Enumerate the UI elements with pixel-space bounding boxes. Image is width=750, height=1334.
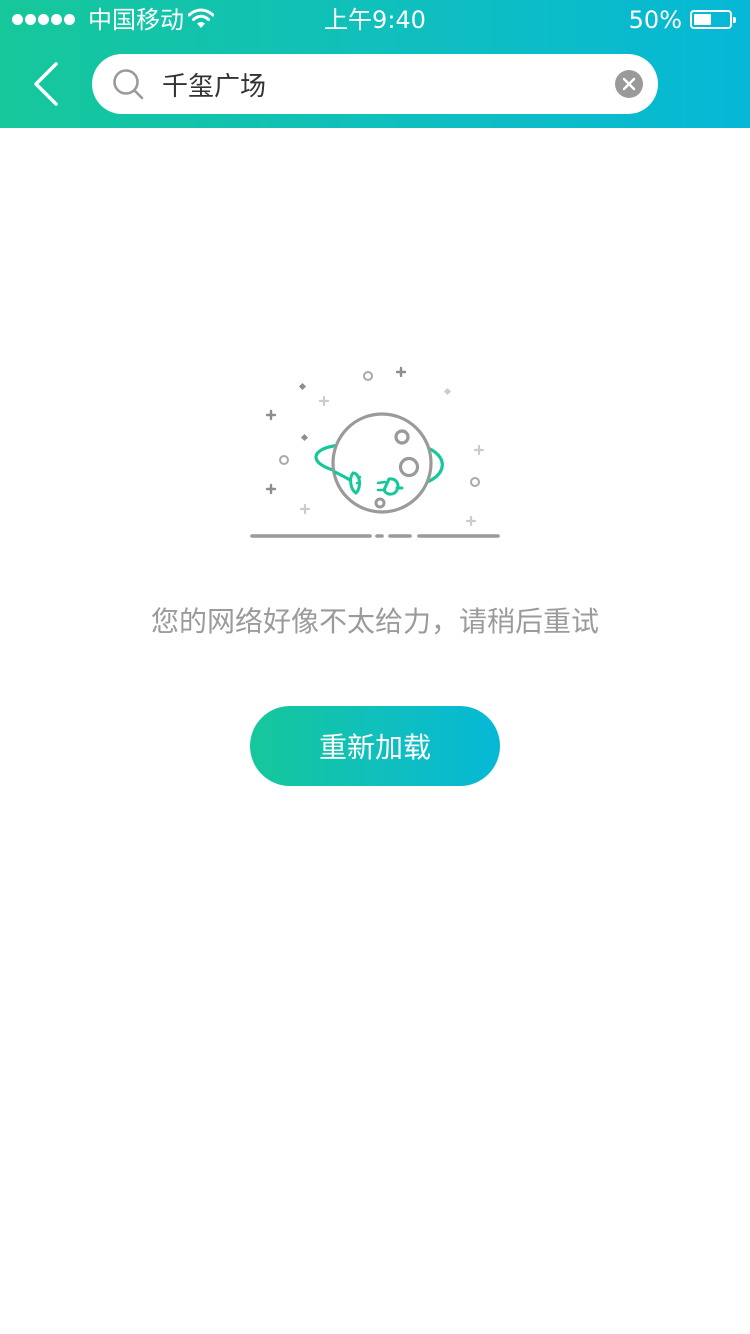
search-input[interactable] [162, 64, 582, 104]
battery-percent: 50% [628, 6, 682, 34]
planet-unplugged-illustration [250, 366, 500, 538]
reload-button[interactable]: 重新加载 [250, 706, 500, 786]
chevron-left-icon [34, 62, 58, 106]
clear-icon [622, 77, 636, 91]
battery-icon [690, 10, 736, 29]
clear-search-button[interactable] [615, 70, 643, 98]
back-button[interactable] [24, 56, 68, 112]
battery-level-fill [694, 14, 711, 25]
header: 中国移动 上午9:40 50% [0, 0, 750, 128]
status-bar: 中国移动 上午9:40 50% [0, 0, 750, 40]
search-icon [113, 69, 144, 100]
network-error-message: 您的网络好像不太给力，请稍后重试 [150, 605, 599, 638]
search-bar[interactable] [92, 54, 658, 114]
